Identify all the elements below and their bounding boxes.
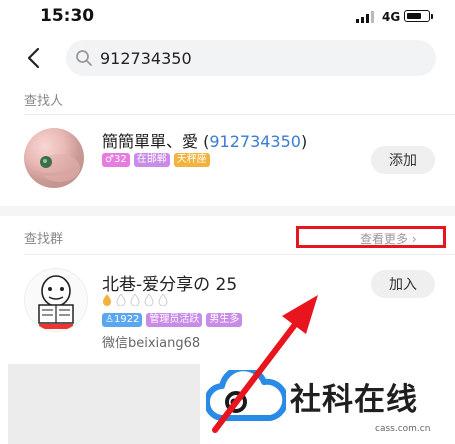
battery-cap [431,14,433,19]
battery-icon [404,10,430,22]
section-gap [0,206,455,216]
annotation-highlight-box [296,226,446,248]
person-name-highlight: 912734350 [209,132,301,151]
signal-icon [356,11,374,23]
person-name-prefix: 簡簡單單、愛 ( [102,132,210,151]
back-arrow-icon[interactable] [24,46,46,70]
search-input[interactable] [100,42,400,74]
add-friend-button[interactable]: 添加 [371,146,435,174]
tag-zodiac: 天秤座 [173,153,210,167]
search-icon [76,50,92,66]
section-label-group: 查找群 [24,232,64,247]
person-name[interactable]: 簡簡單單、愛 (912734350) [102,128,307,152]
person-name-suffix: ) [300,132,308,151]
bottom-content-image [8,364,208,444]
flame-icon [158,294,168,306]
annotation-arrow-head [282,295,318,334]
avatar-image [33,154,80,182]
group-description: 微信beixiang68 [102,336,201,351]
divider [24,254,455,255]
tag-admin-active: 管理员活跃 [146,313,203,327]
person-tags: ♂32 在邯郸 天秤座 [102,153,210,167]
divider [24,114,455,115]
join-group-button[interactable]: 加入 [371,270,435,298]
group-tags: ♙1922 管理员活跃 男生多 [102,313,243,327]
tag-age: ♂32 [102,153,130,167]
watermark-domain: cass.com.cn [375,424,431,434]
watermark-text: 社科在线 [290,382,418,418]
group-name[interactable]: 北巷-爱分享の 25 [102,270,237,295]
tag-member-count: ♙1922 [102,313,143,327]
meme-avatar-image [38,275,74,329]
group-activity-level [102,294,168,306]
group-avatar[interactable] [24,268,88,332]
network-type: 4G [382,10,401,24]
tag-location: 在邯郸 [133,153,170,167]
flame-icon [103,294,111,306]
flame-icon [130,294,140,306]
tag-gender: 男生多 [206,313,243,327]
flame-icon [144,294,154,306]
flame-icon [116,294,126,306]
status-time: 15:30 [40,6,95,26]
section-label-person: 查找人 [24,94,64,109]
watermark-logo-icon [206,370,286,422]
person-avatar[interactable] [24,128,84,188]
